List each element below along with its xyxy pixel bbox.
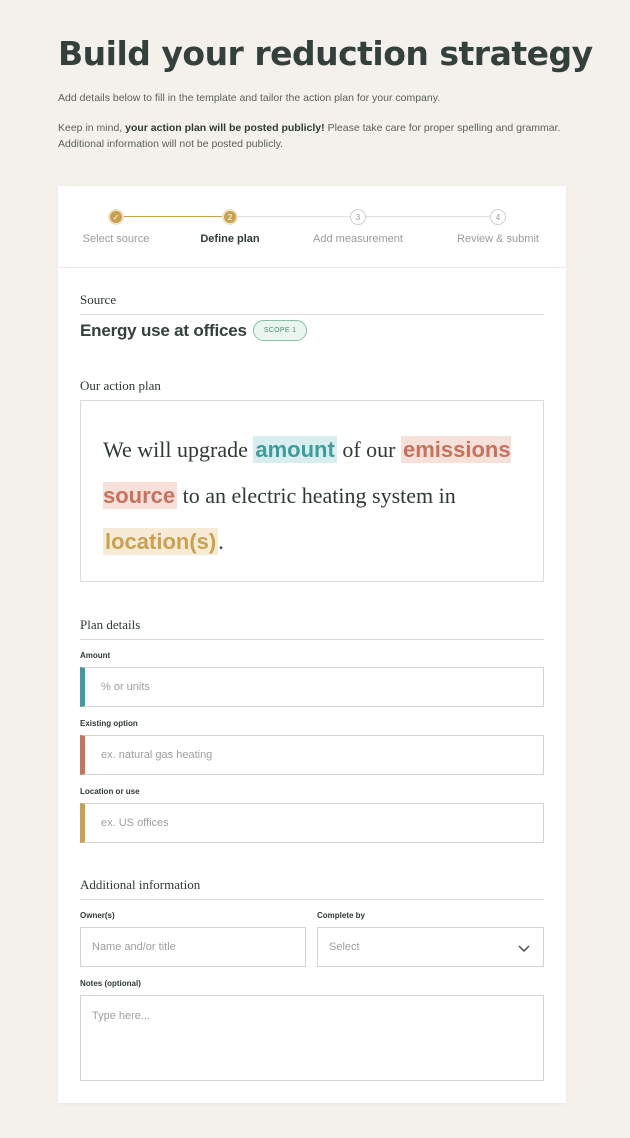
chevron-down-icon: [518, 945, 530, 952]
action-plan-preview: We will upgrade amount of our emissions …: [80, 400, 544, 582]
plan-details-heading: Plan details: [80, 617, 544, 640]
additional-info-heading: Additional information: [80, 877, 544, 900]
plan-text: We will upgrade: [103, 437, 254, 462]
plan-text: to an electric heating system in: [177, 483, 456, 508]
notes-label: Notes (optional): [80, 979, 141, 988]
source-heading: Source: [80, 292, 544, 315]
public-notice: Keep in mind, your action plan will be p…: [58, 120, 578, 152]
complete-by-value: Select: [329, 941, 360, 953]
existing-option-input[interactable]: ex. natural gas heating: [80, 735, 544, 775]
complete-by-select[interactable]: Select: [317, 927, 544, 967]
step-2-indicator[interactable]: 2: [222, 209, 238, 225]
step-1-check-icon[interactable]: ✓: [108, 209, 124, 225]
step-3-label[interactable]: Add measurement: [313, 233, 403, 245]
progress-stepper: ✓ 2 3 4 Select source Define plan Add me…: [58, 186, 566, 268]
owner-label: Owner(s): [80, 911, 115, 920]
amount-token: amount: [253, 436, 337, 463]
amount-label: Amount: [80, 651, 111, 660]
existing-option-label: Existing option: [80, 719, 138, 728]
intro-text: Add details below to fill in the templat…: [58, 90, 578, 152]
intro-paragraph: Add details below to fill in the templat…: [58, 92, 441, 104]
step-4-label[interactable]: Review & submit: [457, 233, 539, 245]
plan-text: .: [218, 529, 224, 554]
location-input[interactable]: ex. US offices: [80, 803, 544, 843]
notice-prefix: Keep in mind,: [58, 122, 126, 134]
source-name: Energy use at offices: [80, 320, 247, 340]
step-4-indicator[interactable]: 4: [490, 209, 506, 225]
location-token: location(s): [103, 528, 219, 555]
step-connector-done: [116, 216, 230, 217]
complete-by-label: Complete by: [317, 911, 366, 920]
scope-badge: SCOPE 1: [252, 320, 308, 341]
action-plan-heading: Our action plan: [80, 378, 161, 393]
amount-input[interactable]: % or units: [80, 667, 544, 707]
page-title: Build your reduction strategy: [58, 34, 593, 73]
location-label: Location or use: [80, 787, 140, 796]
strategy-card: ✓ 2 3 4 Select source Define plan Add me…: [58, 186, 566, 1103]
owner-input[interactable]: Name and/or title: [80, 927, 306, 967]
plan-text: of our: [336, 437, 401, 462]
notes-textarea[interactable]: Type here...: [80, 995, 544, 1081]
step-connector-todo: [238, 216, 498, 217]
notice-bold: your action plan will be posted publicly…: [125, 122, 325, 134]
source-row: Energy use at offices SCOPE 1: [80, 320, 308, 341]
step-1-label[interactable]: Select source: [83, 233, 150, 245]
step-3-indicator[interactable]: 3: [350, 209, 366, 225]
step-2-label[interactable]: Define plan: [200, 233, 259, 245]
